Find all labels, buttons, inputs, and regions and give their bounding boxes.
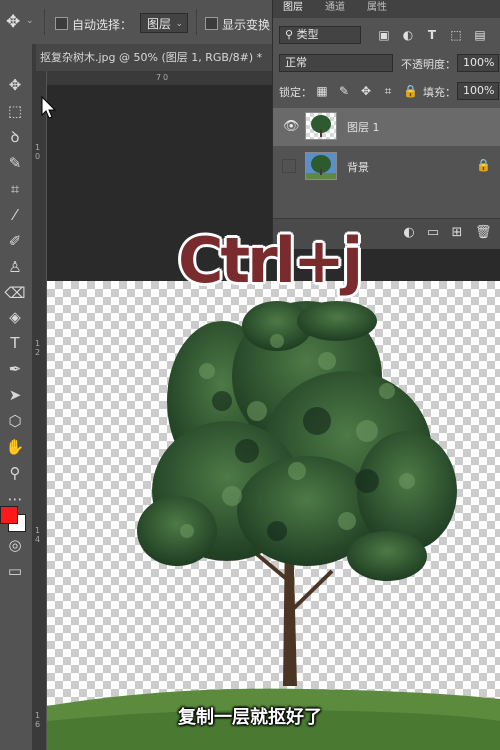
quick-mask-icon[interactable]: ◎ — [3, 534, 27, 556]
paint-bucket-tool-icon[interactable]: ◈ — [3, 306, 27, 328]
adjustment-layer-icon[interactable]: ◐ — [401, 225, 417, 241]
tree-thumbnail-icon — [306, 155, 336, 179]
layer-name: 背景 — [347, 161, 369, 174]
eyedropper-tool-icon[interactable]: ⁄ — [3, 204, 27, 226]
subtitle-caption: 复制一层就抠好了 — [178, 707, 322, 728]
ruler-mark: 0 — [35, 152, 41, 161]
chevron-down-icon: ⌄ — [175, 19, 183, 29]
layer-filter-value: 类型 — [296, 28, 319, 41]
fill-value: 100% — [463, 84, 495, 97]
stamp-tool-icon[interactable]: ♙ — [3, 256, 27, 278]
auto-select-target-value: 图层 — [147, 17, 172, 31]
blend-mode-dropdown[interactable]: 正常 — [279, 54, 393, 72]
ruler-mark: 1 — [35, 526, 41, 535]
quick-select-tool-icon[interactable]: ✎ — [3, 152, 27, 174]
panel-tab-bar: 图层 通道 属性 — [273, 0, 500, 18]
auto-select-checkbox[interactable] — [55, 17, 68, 30]
show-transform-label: 显示变换 — [222, 18, 271, 32]
lock-artboard-icon[interactable]: ⌗ — [381, 84, 395, 98]
adjustment-filter-icon[interactable]: ◐ — [401, 28, 415, 42]
pen-tool-icon[interactable]: ✒ — [3, 358, 27, 380]
type-tool-icon[interactable]: T — [3, 332, 27, 354]
ruler-mark: 1 — [35, 339, 41, 348]
path-select-tool-icon[interactable]: ➤ — [3, 384, 27, 406]
lasso-tool-icon[interactable]: ꝺ — [3, 126, 27, 148]
document-canvas[interactable] — [47, 281, 500, 750]
layer-filter-dropdown[interactable]: ⚲ 类型 — [279, 26, 361, 44]
ruler-left: 1 0 1 2 1 4 1 6 — [32, 71, 47, 750]
search-icon: ⚲ — [285, 28, 297, 41]
layers-panel: 图层 通道 属性 ⚲ 类型 ▣ ◐ T ⬚ ▤ 正常 不透明度： 100% 锁定… — [272, 0, 500, 249]
brush-tool-icon[interactable]: ✐ — [3, 230, 27, 252]
fill-label: 填充： — [423, 86, 456, 99]
zoom-tool-icon[interactable]: ⚲ — [3, 462, 27, 484]
move-tool-icon[interactable]: ✥ — [3, 74, 27, 96]
tree-image — [47, 301, 500, 750]
image-filter-icon[interactable]: ▣ — [377, 28, 391, 42]
ruler-mark: 4 — [35, 535, 41, 544]
shape-filter-icon[interactable]: ⬚ — [449, 28, 463, 42]
visibility-toggle[interactable] — [282, 159, 296, 173]
lock-pixels-icon[interactable]: ✎ — [337, 84, 351, 98]
layer-name: 图层 1 — [347, 121, 380, 134]
ruler-mark: 0 — [163, 73, 169, 82]
move-icon[interactable]: ✥ — [6, 12, 20, 32]
tab-properties[interactable]: 属性 — [367, 0, 387, 18]
lock-transparent-icon[interactable]: ▦ — [315, 84, 329, 98]
ruler-mark: 1 — [35, 711, 41, 720]
ruler-top: 7 0 — [46, 71, 272, 85]
ruler-mark: 1 — [35, 143, 41, 152]
document-tab[interactable]: 抠复杂树木.jpg @ 50% (图层 1, RGB/8#) * — [36, 44, 272, 71]
shape-tool-icon[interactable]: ⬡ — [3, 410, 27, 432]
tool-preset-chevron-icon[interactable]: ⌄ — [26, 16, 34, 26]
tree-thumbnail-icon — [311, 115, 331, 137]
document-tab-bar: 抠复杂树木.jpg @ 50% (图层 1, RGB/8#) * — [32, 44, 272, 71]
screen-mode-icon[interactable]: ▭ — [3, 560, 27, 582]
divider — [196, 9, 197, 35]
hand-tool-icon[interactable]: ✋ — [3, 436, 27, 458]
folder-icon[interactable]: ▭ — [425, 225, 441, 241]
mouse-cursor-icon — [41, 96, 57, 119]
layer-thumbnail — [305, 152, 337, 180]
show-transform-checkbox[interactable] — [205, 17, 218, 30]
crop-tool-icon[interactable]: ⌗ — [3, 178, 27, 200]
layer-row-background[interactable]: 背景 🔒 — [273, 148, 500, 186]
ruler-mark: 7 — [156, 73, 162, 82]
eraser-tool-icon[interactable]: ⌫ — [3, 282, 27, 304]
lock-all-icon[interactable]: 🔒 — [403, 84, 418, 98]
auto-select-target-dropdown[interactable]: 图层 ⌄ — [140, 13, 188, 33]
new-layer-icon[interactable]: ⊞ — [449, 225, 465, 241]
blend-mode-value: 正常 — [285, 56, 307, 69]
marquee-tool-icon[interactable]: ⬚ — [3, 100, 27, 122]
eye-icon[interactable]: 👁 — [283, 119, 300, 134]
tab-channels[interactable]: 通道 — [325, 0, 345, 18]
type-filter-icon[interactable]: T — [425, 28, 439, 42]
layer-row-layer1[interactable]: 👁 图层 1 — [273, 108, 500, 146]
ruler-mark: 6 — [35, 720, 41, 729]
document-tab-label: 抠复杂树木.jpg @ 50% (图层 1, RGB/8#) * — [40, 51, 263, 64]
tools-panel: ✥ ⬚ ꝺ ✎ ⌗ ⁄ ✐ ♙ ⌫ ◈ T ✒ ➤ ⬡ ✋ ⚲ ⋯ ◎ ▭ — [0, 44, 33, 750]
opacity-value: 100% — [463, 56, 495, 69]
fill-input[interactable]: 100% — [457, 82, 499, 100]
smart-object-filter-icon[interactable]: ▤ — [473, 28, 487, 42]
divider — [44, 9, 45, 35]
layer-thumbnail — [305, 112, 337, 140]
foreground-color-swatch[interactable] — [0, 506, 18, 524]
ruler-mark: 2 — [35, 348, 41, 357]
opacity-input[interactable]: 100% — [457, 54, 499, 72]
opacity-label: 不透明度： — [401, 58, 456, 71]
tab-layers[interactable]: 图层 — [283, 0, 303, 18]
trash-icon[interactable]: 🗑 — [475, 225, 492, 241]
auto-select-label: 自动选择： — [72, 18, 133, 32]
lock-label: 锁定： — [279, 86, 312, 99]
lock-position-icon[interactable]: ✥ — [359, 84, 373, 98]
lock-icon: 🔒 — [476, 158, 491, 172]
shortcut-overlay: Ctrl+j — [178, 224, 363, 297]
